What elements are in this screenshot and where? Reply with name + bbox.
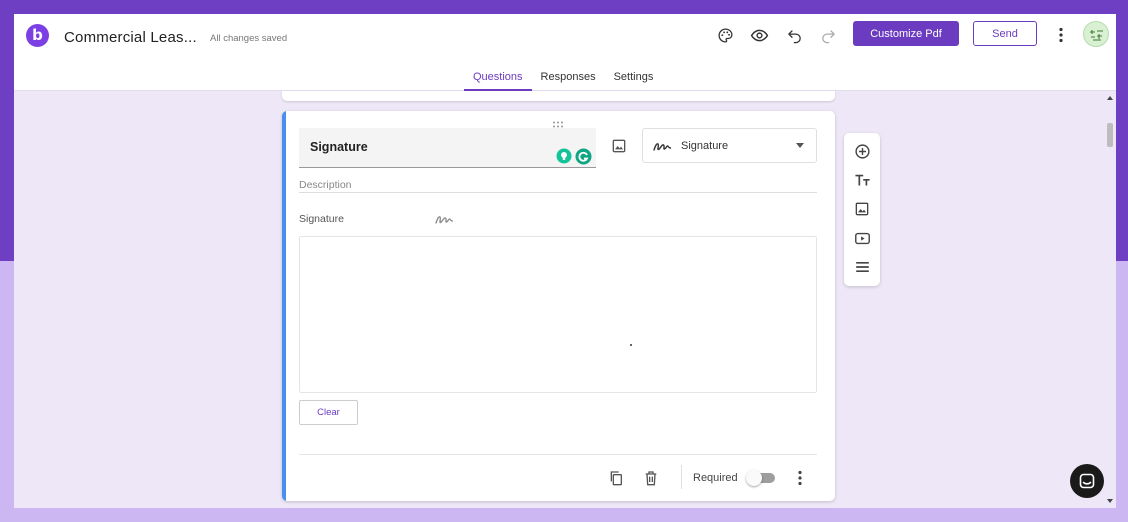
document-title[interactable]: Commercial Leas... xyxy=(64,29,197,46)
more-vert-icon[interactable] xyxy=(1050,24,1072,46)
chat-support-button[interactable] xyxy=(1070,464,1104,498)
add-image-icon[interactable] xyxy=(852,199,872,219)
send-button[interactable]: Send xyxy=(973,21,1037,46)
palette-icon[interactable] xyxy=(714,24,736,46)
preview-eye-icon[interactable] xyxy=(748,24,770,46)
tab-settings[interactable]: Settings xyxy=(605,70,663,91)
required-label: Required xyxy=(693,472,738,484)
app-window: b Commercial Leas... All changes saved C… xyxy=(14,14,1116,508)
active-card-indicator xyxy=(282,111,286,501)
undo-icon[interactable] xyxy=(783,24,805,46)
required-toggle[interactable] xyxy=(746,470,775,486)
question-type-select[interactable]: Signature xyxy=(642,128,817,163)
tab-responses[interactable]: Responses xyxy=(532,70,605,91)
logo-letter: b xyxy=(32,26,43,44)
clear-signature-button[interactable]: Clear xyxy=(299,400,358,425)
redo-icon[interactable] xyxy=(817,24,839,46)
question-type-label: Signature xyxy=(681,139,729,152)
add-question-image-icon[interactable] xyxy=(611,138,627,159)
user-avatar[interactable] xyxy=(1083,21,1109,47)
add-question-icon[interactable] xyxy=(852,141,872,161)
customize-pdf-button[interactable]: Customize Pdf xyxy=(853,21,959,46)
footer-separator xyxy=(681,465,682,489)
scroll-up-icon[interactable] xyxy=(1107,96,1113,100)
question-title-input[interactable]: Signature xyxy=(299,128,596,168)
description-field[interactable]: Description xyxy=(299,179,817,193)
more-vert-icon[interactable] xyxy=(790,468,810,488)
add-video-icon[interactable] xyxy=(852,228,872,248)
signature-icon xyxy=(653,142,672,151)
toggle-knob xyxy=(746,470,762,486)
previous-question-card[interactable] xyxy=(282,91,835,101)
signature-field-label: Signature xyxy=(299,213,344,225)
card-divider xyxy=(299,454,817,455)
scroll-down-icon[interactable] xyxy=(1107,499,1113,503)
chat-icon xyxy=(1079,473,1095,489)
duplicate-icon[interactable] xyxy=(606,468,626,488)
lightbulb-icon xyxy=(556,148,572,164)
scrollbar[interactable] xyxy=(1106,91,1116,508)
signature-pad[interactable] xyxy=(299,236,817,393)
signature-icon xyxy=(435,212,455,230)
grammarly-icon xyxy=(575,148,592,165)
chevron-down-icon xyxy=(796,143,804,148)
tab-questions[interactable]: Questions xyxy=(464,70,532,91)
scroll-thumb[interactable] xyxy=(1107,123,1113,147)
app-logo[interactable]: b xyxy=(26,24,49,47)
grammarly-widget[interactable] xyxy=(556,148,592,165)
save-status: All changes saved xyxy=(210,33,288,44)
add-title-text-icon[interactable] xyxy=(852,170,872,190)
question-card[interactable]: Signature Signature Description Signatur… xyxy=(282,111,835,501)
signature-stroke xyxy=(630,344,632,346)
delete-icon[interactable] xyxy=(641,468,661,488)
add-section-icon[interactable] xyxy=(852,257,872,277)
app-header: b Commercial Leas... All changes saved C… xyxy=(14,14,1116,91)
question-tools-sidebar xyxy=(844,133,880,286)
main-tabs: Questions Responses Settings xyxy=(464,70,662,91)
